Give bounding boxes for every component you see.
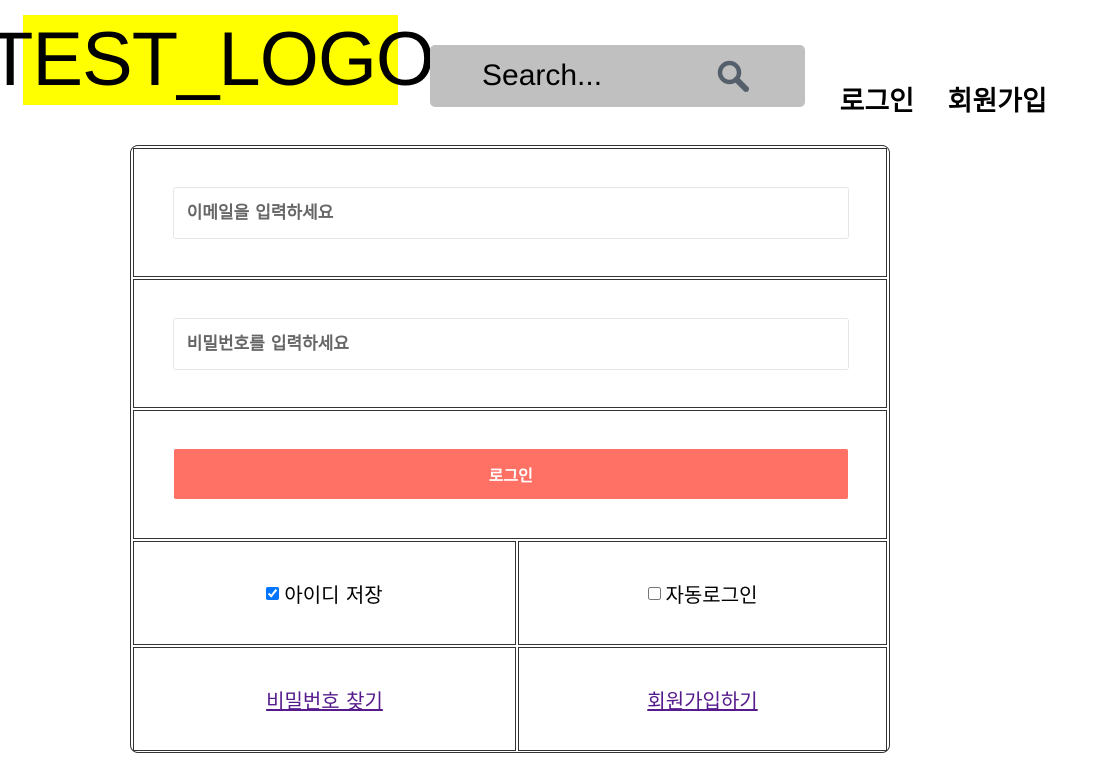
email-row (133, 148, 887, 277)
login-form-panel: 로그인 아이디 저장 자동로그인 비밀번호 찾기 회원가입하기 (130, 145, 890, 753)
auto-login-option[interactable]: 자동로그인 (647, 579, 758, 608)
nav-login-link[interactable]: 로그인 (840, 79, 915, 118)
auto-login-label: 자동로그인 (665, 582, 758, 607)
auto-login-checkbox[interactable] (647, 586, 661, 600)
search-input[interactable] (482, 57, 702, 95)
auto-login-cell: 자동로그인 (518, 541, 887, 645)
site-logo[interactable]: TEST_LOGO (0, 15, 435, 105)
save-id-cell: 아이디 저장 (133, 541, 516, 645)
search-icon[interactable] (716, 59, 750, 93)
save-id-label: 아이디 저장 (284, 582, 383, 607)
login-button-row: 로그인 (133, 410, 887, 539)
find-password-link[interactable]: 비밀번호 찾기 (266, 685, 383, 714)
password-row (133, 279, 887, 408)
register-link[interactable]: 회원가입하기 (647, 685, 757, 714)
nav-signup-link[interactable]: 회원가입 (948, 79, 1047, 118)
login-button[interactable]: 로그인 (174, 449, 848, 499)
email-field[interactable] (173, 187, 849, 239)
search-bar (430, 45, 805, 107)
find-password-cell: 비밀번호 찾기 (133, 647, 516, 751)
save-id-checkbox[interactable] (266, 586, 280, 600)
register-cell: 회원가입하기 (518, 647, 887, 751)
save-id-option[interactable]: 아이디 저장 (266, 579, 383, 608)
password-field[interactable] (173, 318, 849, 370)
logo-text: TEST_LOGO (0, 17, 435, 102)
